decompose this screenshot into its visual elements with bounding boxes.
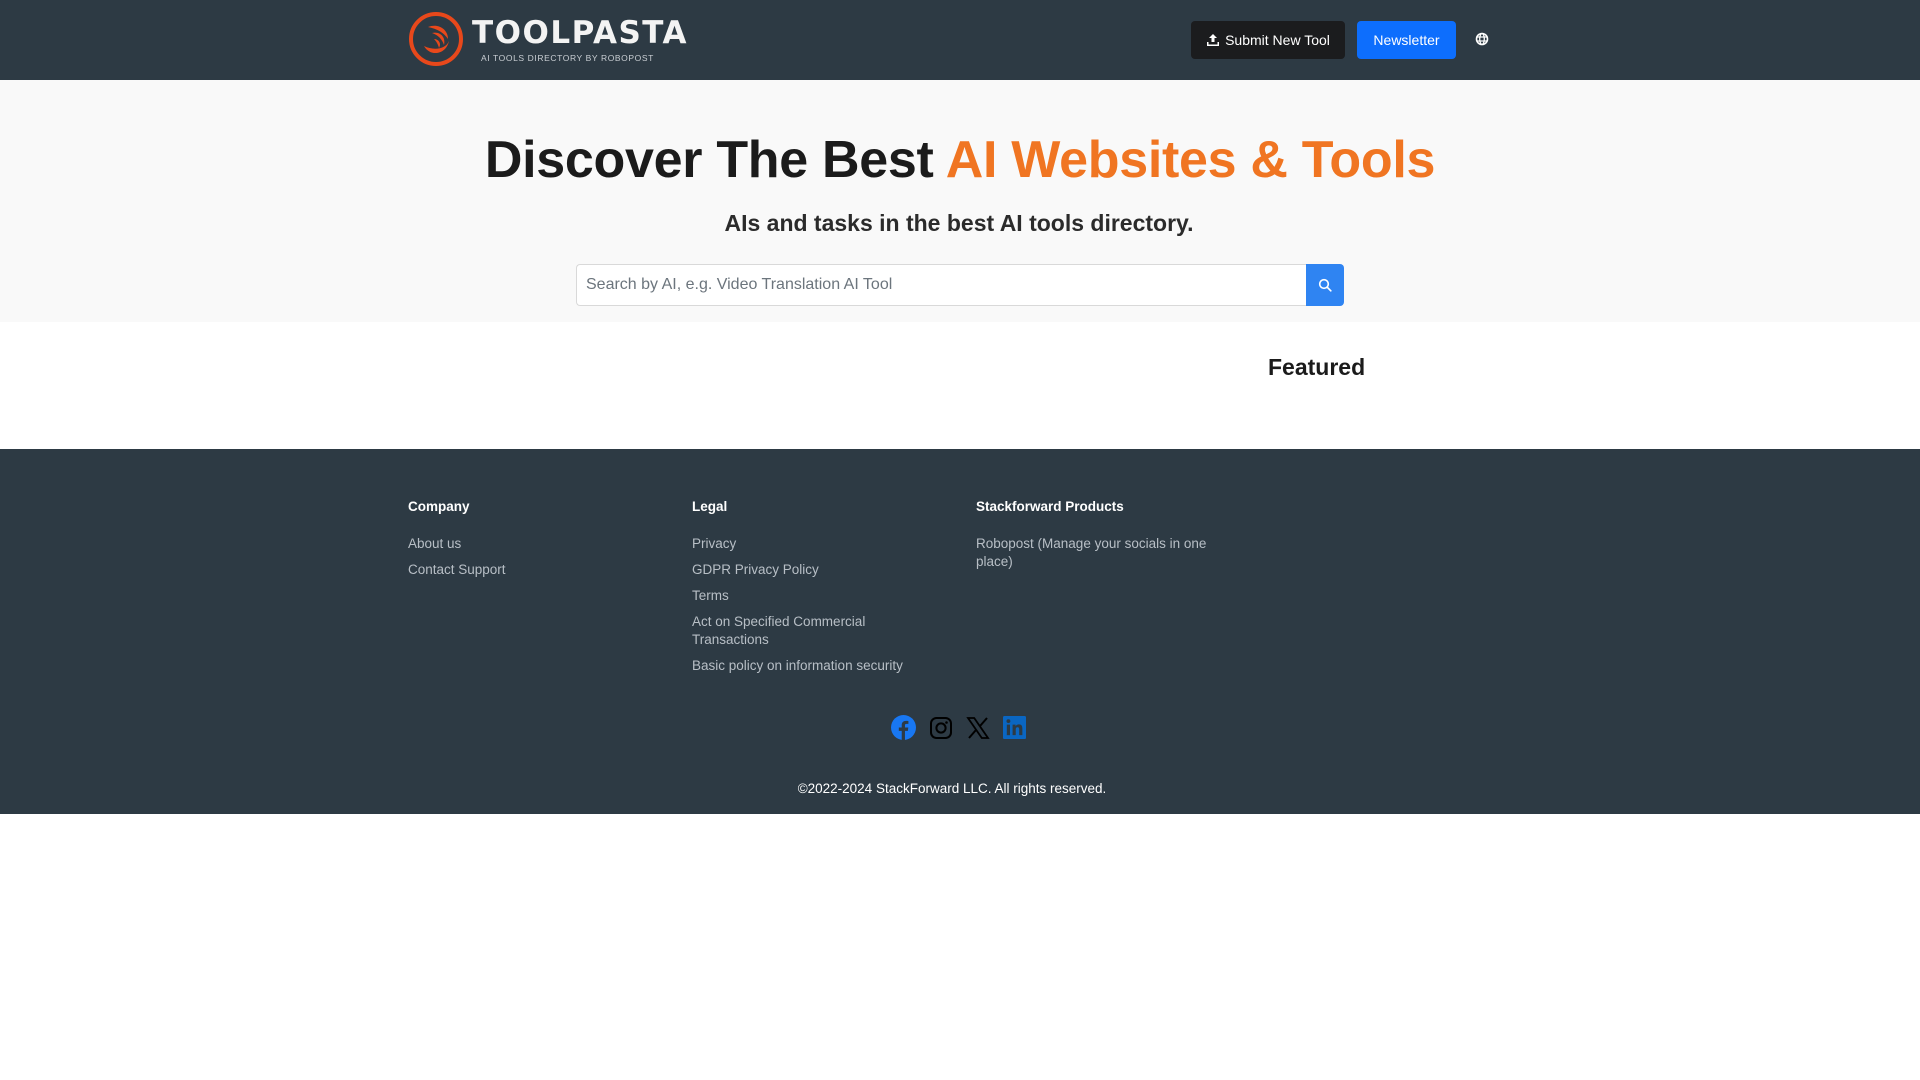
hero-title-prefix: Discover The Best — [484, 131, 946, 189]
logo-link[interactable]: TOOLPASTA AI TOOLS DIRECTORY BY ROBOPOST — [408, 11, 688, 67]
footer-link-robopost[interactable]: Robopost (Manage your socials in one pla… — [976, 535, 1236, 571]
footer-heading: Legal — [692, 499, 728, 514]
copyright-text: ©2022-2024 StackForward LLC. All rights … — [797, 781, 1107, 796]
instagram-link[interactable] — [928, 715, 953, 740]
site-footer: Company About us Contact Support Legal P… — [0, 449, 1920, 814]
newsletter-button[interactable]: Newsletter — [1357, 21, 1456, 59]
footer-heading: Company — [408, 499, 470, 514]
hero-title-accent: AI Websites & Tools — [945, 131, 1436, 189]
footer-column-company: Company About us Contact Support — [408, 499, 668, 587]
facebook-link[interactable] — [891, 715, 916, 740]
hero-title: Discover The Best AI Websites & Tools — [0, 130, 1920, 190]
footer-link-privacy[interactable]: Privacy — [692, 535, 937, 553]
facebook-icon — [891, 715, 916, 740]
x-link[interactable] — [965, 715, 990, 740]
footer-link-security-policy[interactable]: Basic policy on information security — [692, 657, 937, 675]
submit-new-tool-label: Submit New Tool — [1225, 32, 1330, 48]
logo-title: TOOLPASTA — [472, 14, 689, 51]
swirl-logo-icon — [409, 12, 463, 66]
search-bar — [576, 264, 1344, 306]
logo-subtitle: AI TOOLS DIRECTORY BY ROBOPOST — [481, 52, 654, 63]
linkedin-link[interactable] — [1002, 715, 1027, 740]
search-input[interactable] — [576, 264, 1306, 306]
footer-heading: Stackforward Products — [976, 499, 1124, 514]
footer-column-products: Stackforward Products Robopost (Manage y… — [976, 499, 1236, 579]
social-links — [0, 715, 1919, 740]
site-header: TOOLPASTA AI TOOLS DIRECTORY BY ROBOPOST… — [0, 0, 1920, 80]
x-icon — [965, 716, 990, 739]
footer-column-legal: Legal Privacy GDPR Privacy Policy Terms … — [692, 499, 937, 683]
linkedin-icon — [1003, 716, 1026, 739]
footer-link-about-us[interactable]: About us — [408, 535, 668, 553]
featured-section: Featured — [0, 322, 1920, 449]
footer-link-gdpr[interactable]: GDPR Privacy Policy — [692, 561, 937, 579]
footer-link-commercial-transactions[interactable]: Act on Specified Commercial Transactions — [692, 613, 937, 649]
hero-subtitle: AIs and tasks in the best AI tools direc… — [724, 210, 1194, 236]
upload-icon — [1207, 34, 1220, 46]
search-icon — [1318, 278, 1332, 292]
featured-title: Featured — [1268, 354, 1366, 380]
footer-link-contact-support[interactable]: Contact Support — [408, 561, 668, 579]
instagram-icon — [929, 716, 952, 739]
footer-link-terms[interactable]: Terms — [692, 587, 937, 605]
search-button[interactable] — [1306, 264, 1344, 306]
submit-new-tool-button[interactable]: Submit New Tool — [1191, 21, 1345, 59]
globe-icon[interactable] — [1475, 32, 1489, 46]
